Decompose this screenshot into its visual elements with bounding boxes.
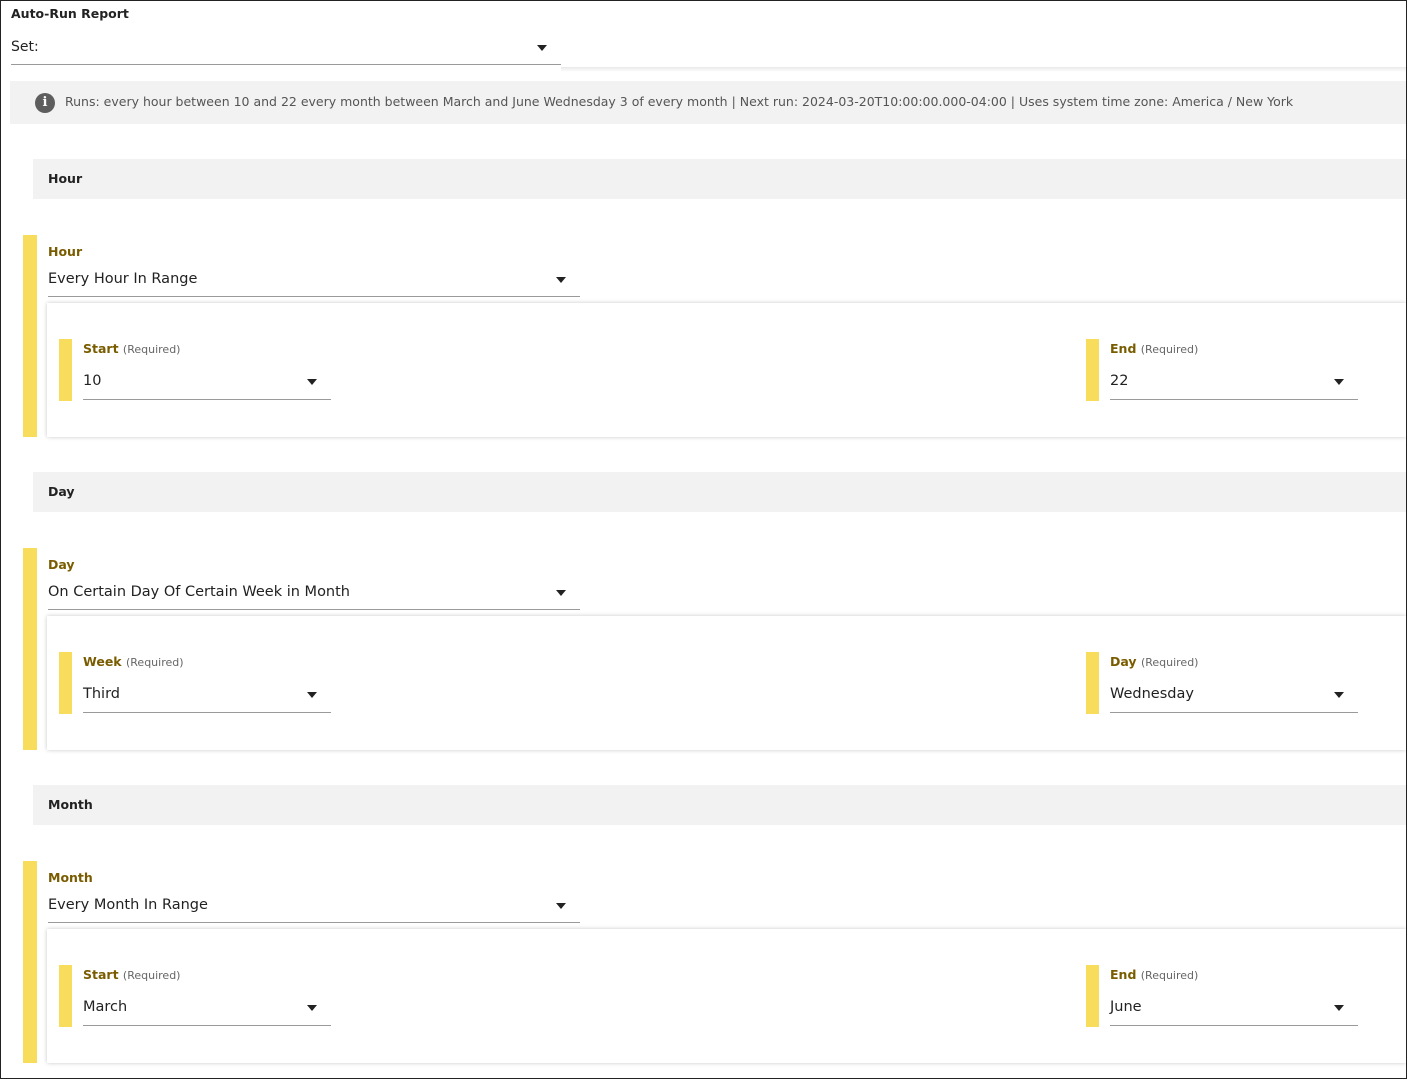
section-title: Hour (48, 171, 83, 186)
required-hint: (Required) (125, 656, 184, 669)
required-hint: (Required) (1140, 656, 1199, 669)
required-hint: (Required) (122, 969, 181, 982)
required-hint: (Required) (1140, 343, 1199, 356)
chevron-down-icon (537, 45, 547, 51)
hour-end-select[interactable]: 22 (1110, 365, 1358, 400)
required-hint: (Required) (1140, 969, 1199, 982)
accent-bar (59, 339, 72, 401)
hour-start-value: 10 (83, 373, 102, 389)
month-start-label: Start (Required) (83, 967, 181, 982)
chevron-down-icon (307, 1005, 317, 1011)
accent-bar (23, 548, 37, 750)
weekday-field: Day (Required) Wednesday (1086, 652, 1366, 714)
chevron-down-icon (556, 277, 566, 283)
month-block: Month Every Month In Range Start (Requir… (1, 861, 1406, 1063)
week-value: Third (83, 686, 120, 702)
hour-block: Hour Every Hour In Range Start (Required… (1, 235, 1406, 437)
hour-section-header: Hour (33, 159, 1406, 199)
month-end-label: End (Required) (1110, 967, 1199, 982)
month-end-select[interactable]: June (1110, 991, 1358, 1026)
accent-bar (59, 652, 72, 714)
accent-bar (23, 235, 37, 437)
chevron-down-icon (1334, 692, 1344, 698)
hour-range-card: Start (Required) 10 End (Required) 22 (47, 303, 1406, 437)
weekday-label: Day (Required) (1110, 654, 1199, 669)
auto-run-report-panel: Auto-Run Report Set: i Runs: every hour … (0, 0, 1407, 1079)
month-section-header: Month (33, 785, 1406, 825)
day-block: Day On Certain Day Of Certain Week in Mo… (1, 548, 1406, 750)
week-field: Week (Required) Third (59, 652, 339, 714)
hour-end-field: End (Required) 22 (1086, 339, 1366, 401)
month-end-field: End (Required) June (1086, 965, 1366, 1027)
day-section-header: Day (33, 472, 1406, 512)
info-icon: i (35, 93, 55, 113)
week-select[interactable]: Third (83, 678, 331, 713)
hour-mode-value: Every Hour In Range (48, 271, 198, 287)
chevron-down-icon (1334, 379, 1344, 385)
day-field-label: Day (48, 557, 75, 572)
month-mode-select[interactable]: Every Month In Range (48, 889, 580, 923)
month-mode-value: Every Month In Range (48, 897, 208, 913)
set-select[interactable]: Set: (11, 33, 561, 65)
month-end-value: June (1110, 999, 1142, 1015)
schedule-info-banner: i Runs: every hour between 10 and 22 eve… (10, 81, 1406, 124)
weekday-value: Wednesday (1110, 686, 1194, 702)
accent-bar (1086, 965, 1099, 1027)
week-label: Week (Required) (83, 654, 184, 669)
required-hint: (Required) (122, 343, 181, 356)
chevron-down-icon (307, 379, 317, 385)
day-mode-value: On Certain Day Of Certain Week in Month (48, 584, 351, 600)
month-start-field: Start (Required) March (59, 965, 339, 1027)
hour-end-label: End (Required) (1110, 341, 1199, 356)
section-title: Day (48, 484, 75, 499)
hour-start-select[interactable]: 10 (83, 365, 331, 400)
hour-field-label: Hour (48, 244, 83, 259)
divider (561, 67, 1406, 72)
day-mode-select[interactable]: On Certain Day Of Certain Week in Month (48, 576, 580, 610)
month-range-card: Start (Required) March End (Required) Ju… (47, 929, 1406, 1063)
chevron-down-icon (307, 692, 317, 698)
month-start-select[interactable]: March (83, 991, 331, 1026)
accent-bar (1086, 339, 1099, 401)
weekday-select[interactable]: Wednesday (1110, 678, 1358, 713)
month-start-value: March (83, 999, 128, 1015)
accent-bar (59, 965, 72, 1027)
chevron-down-icon (556, 590, 566, 596)
hour-end-value: 22 (1110, 373, 1129, 389)
section-title: Month (48, 797, 93, 812)
hour-start-field: Start (Required) 10 (59, 339, 339, 401)
day-options-card: Week (Required) Third Day (Required) Wed… (47, 616, 1406, 750)
page-title: Auto-Run Report (11, 6, 129, 21)
month-field-label: Month (48, 870, 93, 885)
hour-mode-select[interactable]: Every Hour In Range (48, 263, 580, 297)
accent-bar (1086, 652, 1099, 714)
hour-start-label: Start (Required) (83, 341, 181, 356)
chevron-down-icon (556, 903, 566, 909)
chevron-down-icon (1334, 1005, 1344, 1011)
schedule-summary-text: Runs: every hour between 10 and 22 every… (65, 94, 1294, 109)
accent-bar (23, 861, 37, 1063)
set-select-label: Set: (11, 39, 39, 55)
